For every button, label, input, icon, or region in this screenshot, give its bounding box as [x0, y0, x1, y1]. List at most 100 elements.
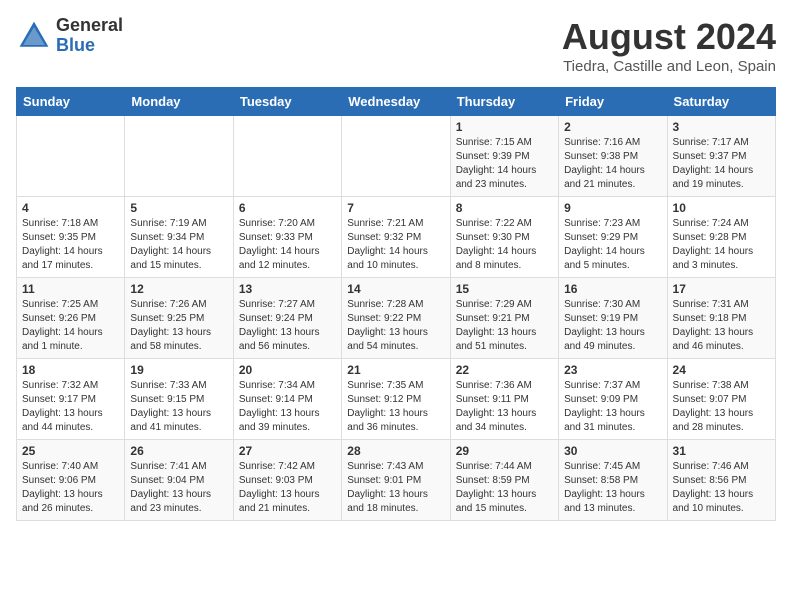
day-number: 31 — [673, 444, 770, 458]
day-number: 24 — [673, 363, 770, 377]
calendar-cell — [17, 116, 125, 197]
day-number: 16 — [564, 282, 661, 296]
day-number: 27 — [239, 444, 336, 458]
day-info: Sunrise: 7:33 AM Sunset: 9:15 PM Dayligh… — [130, 379, 227, 435]
day-number: 11 — [22, 282, 119, 296]
calendar-cell: 11 Sunrise: 7:25 AM Sunset: 9:26 PM Dayli… — [17, 278, 125, 359]
calendar-subtitle: Tiedra, Castille and Leon, Spain — [562, 58, 776, 75]
page-header: General Blue August 2024 Tiedra, Castill… — [16, 16, 776, 75]
day-info: Sunrise: 7:17 AM Sunset: 9:37 PM Dayligh… — [673, 136, 770, 192]
calendar-cell — [342, 116, 450, 197]
day-number: 22 — [456, 363, 553, 377]
weekday-header: Thursday — [450, 88, 558, 116]
calendar-cell: 31 Sunrise: 7:46 AM Sunset: 8:56 PM Dayli… — [667, 440, 775, 521]
logo-icon — [16, 18, 52, 54]
weekday-header: Friday — [559, 88, 667, 116]
calendar-title: August 2024 — [562, 16, 776, 58]
calendar-cell: 26 Sunrise: 7:41 AM Sunset: 9:04 PM Dayli… — [125, 440, 233, 521]
weekday-header: Monday — [125, 88, 233, 116]
calendar-body: 1Sunrise: 7:15 AM Sunset: 9:39 PM Daylig… — [17, 116, 776, 521]
calendar-cell: 27 Sunrise: 7:42 AM Sunset: 9:03 PM Dayli… — [233, 440, 341, 521]
calendar-cell: 21 Sunrise: 7:35 AM Sunset: 9:12 PM Dayli… — [342, 359, 450, 440]
day-number: 5 — [130, 201, 227, 215]
calendar-week-row: 18 Sunrise: 7:32 AM Sunset: 9:17 PM Dayli… — [17, 359, 776, 440]
day-info: Sunrise: 7:21 AM Sunset: 9:32 PM Dayligh… — [347, 217, 444, 273]
calendar-cell — [125, 116, 233, 197]
day-info: Sunrise: 7:20 AM Sunset: 9:33 PM Dayligh… — [239, 217, 336, 273]
day-info: Sunrise: 7:41 AM Sunset: 9:04 PM Dayligh… — [130, 460, 227, 516]
day-info: Sunrise: 7:45 AM Sunset: 8:58 PM Dayligh… — [564, 460, 661, 516]
day-info: Sunrise: 7:28 AM Sunset: 9:22 PM Dayligh… — [347, 298, 444, 354]
day-info: Sunrise: 7:16 AM Sunset: 9:38 PM Dayligh… — [564, 136, 661, 192]
calendar-cell: 5Sunrise: 7:19 AM Sunset: 9:34 PM Daylig… — [125, 197, 233, 278]
calendar-week-row: 4 Sunrise: 7:18 AM Sunset: 9:35 PM Daylig… — [17, 197, 776, 278]
day-info: Sunrise: 7:18 AM Sunset: 9:35 PM Dayligh… — [22, 217, 119, 273]
calendar-cell: 9 Sunrise: 7:23 AM Sunset: 9:29 PM Daylig… — [559, 197, 667, 278]
calendar-table: SundayMondayTuesdayWednesdayThursdayFrid… — [16, 87, 776, 521]
day-number: 17 — [673, 282, 770, 296]
calendar-cell: 17 Sunrise: 7:31 AM Sunset: 9:18 PM Dayli… — [667, 278, 775, 359]
day-number: 4 — [22, 201, 119, 215]
logo-general-text: General — [56, 16, 123, 36]
day-number: 13 — [239, 282, 336, 296]
day-info: Sunrise: 7:29 AM Sunset: 9:21 PM Dayligh… — [456, 298, 553, 354]
day-number: 15 — [456, 282, 553, 296]
day-number: 20 — [239, 363, 336, 377]
calendar-cell: 3Sunrise: 7:17 AM Sunset: 9:37 PM Daylig… — [667, 116, 775, 197]
day-info: Sunrise: 7:34 AM Sunset: 9:14 PM Dayligh… — [239, 379, 336, 435]
calendar-cell: 30Sunrise: 7:45 AM Sunset: 8:58 PM Dayli… — [559, 440, 667, 521]
day-number: 9 — [564, 201, 661, 215]
logo: General Blue — [16, 16, 123, 56]
day-info: Sunrise: 7:30 AM Sunset: 9:19 PM Dayligh… — [564, 298, 661, 354]
day-number: 21 — [347, 363, 444, 377]
day-info: Sunrise: 7:35 AM Sunset: 9:12 PM Dayligh… — [347, 379, 444, 435]
calendar-cell: 6Sunrise: 7:20 AM Sunset: 9:33 PM Daylig… — [233, 197, 341, 278]
calendar-cell: 25 Sunrise: 7:40 AM Sunset: 9:06 PM Dayli… — [17, 440, 125, 521]
calendar-cell: 24Sunrise: 7:38 AM Sunset: 9:07 PM Dayli… — [667, 359, 775, 440]
calendar-cell: 23Sunrise: 7:37 AM Sunset: 9:09 PM Dayli… — [559, 359, 667, 440]
calendar-cell: 15 Sunrise: 7:29 AM Sunset: 9:21 PM Dayli… — [450, 278, 558, 359]
day-info: Sunrise: 7:24 AM Sunset: 9:28 PM Dayligh… — [673, 217, 770, 273]
calendar-week-row: 1Sunrise: 7:15 AM Sunset: 9:39 PM Daylig… — [17, 116, 776, 197]
day-number: 19 — [130, 363, 227, 377]
day-info: Sunrise: 7:32 AM Sunset: 9:17 PM Dayligh… — [22, 379, 119, 435]
day-info: Sunrise: 7:31 AM Sunset: 9:18 PM Dayligh… — [673, 298, 770, 354]
day-info: Sunrise: 7:46 AM Sunset: 8:56 PM Dayligh… — [673, 460, 770, 516]
calendar-cell: 1Sunrise: 7:15 AM Sunset: 9:39 PM Daylig… — [450, 116, 558, 197]
day-info: Sunrise: 7:40 AM Sunset: 9:06 PM Dayligh… — [22, 460, 119, 516]
calendar-cell: 28Sunrise: 7:43 AM Sunset: 9:01 PM Dayli… — [342, 440, 450, 521]
day-info: Sunrise: 7:23 AM Sunset: 9:29 PM Dayligh… — [564, 217, 661, 273]
weekday-header: Sunday — [17, 88, 125, 116]
day-info: Sunrise: 7:25 AM Sunset: 9:26 PM Dayligh… — [22, 298, 119, 354]
calendar-week-row: 11 Sunrise: 7:25 AM Sunset: 9:26 PM Dayli… — [17, 278, 776, 359]
day-number: 12 — [130, 282, 227, 296]
day-number: 29 — [456, 444, 553, 458]
day-info: Sunrise: 7:36 AM Sunset: 9:11 PM Dayligh… — [456, 379, 553, 435]
day-info: Sunrise: 7:44 AM Sunset: 8:59 PM Dayligh… — [456, 460, 553, 516]
calendar-cell: 16 Sunrise: 7:30 AM Sunset: 9:19 PM Dayli… — [559, 278, 667, 359]
day-number: 7 — [347, 201, 444, 215]
calendar-week-row: 25 Sunrise: 7:40 AM Sunset: 9:06 PM Dayli… — [17, 440, 776, 521]
day-number: 18 — [22, 363, 119, 377]
day-info: Sunrise: 7:27 AM Sunset: 9:24 PM Dayligh… — [239, 298, 336, 354]
day-number: 8 — [456, 201, 553, 215]
day-number: 25 — [22, 444, 119, 458]
day-info: Sunrise: 7:37 AM Sunset: 9:09 PM Dayligh… — [564, 379, 661, 435]
calendar-cell: 14Sunrise: 7:28 AM Sunset: 9:22 PM Dayli… — [342, 278, 450, 359]
logo-blue-text: Blue — [56, 36, 123, 56]
day-number: 26 — [130, 444, 227, 458]
weekday-header: Tuesday — [233, 88, 341, 116]
calendar-cell: 22 Sunrise: 7:36 AM Sunset: 9:11 PM Dayli… — [450, 359, 558, 440]
weekday-header: Wednesday — [342, 88, 450, 116]
calendar-cell: 19 Sunrise: 7:33 AM Sunset: 9:15 PM Dayli… — [125, 359, 233, 440]
calendar-cell: 13 Sunrise: 7:27 AM Sunset: 9:24 PM Dayli… — [233, 278, 341, 359]
title-block: August 2024 Tiedra, Castille and Leon, S… — [562, 16, 776, 75]
day-number: 10 — [673, 201, 770, 215]
calendar-cell: 10 Sunrise: 7:24 AM Sunset: 9:28 PM Dayli… — [667, 197, 775, 278]
weekday-header-row: SundayMondayTuesdayWednesdayThursdayFrid… — [17, 88, 776, 116]
calendar-cell: 7 Sunrise: 7:21 AM Sunset: 9:32 PM Daylig… — [342, 197, 450, 278]
calendar-cell: 12Sunrise: 7:26 AM Sunset: 9:25 PM Dayli… — [125, 278, 233, 359]
day-info: Sunrise: 7:42 AM Sunset: 9:03 PM Dayligh… — [239, 460, 336, 516]
day-number: 28 — [347, 444, 444, 458]
day-number: 2 — [564, 120, 661, 134]
